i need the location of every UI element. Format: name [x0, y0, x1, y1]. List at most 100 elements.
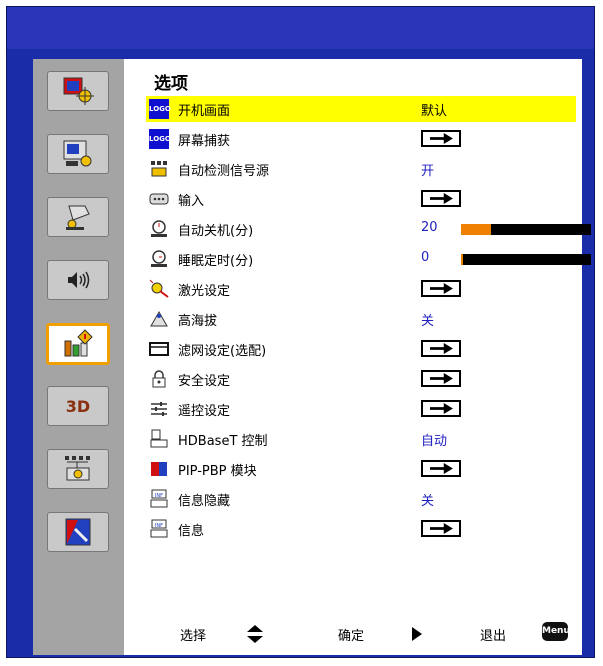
right-triangle-icon — [412, 627, 422, 641]
sidebar: 3D — [33, 59, 124, 655]
submenu-arrow-button[interactable] — [421, 460, 461, 477]
submenu-arrow-button[interactable] — [421, 340, 461, 357]
menu-item[interactable]: PIP-PBP 模块 — [146, 456, 576, 482]
network-icon — [65, 456, 90, 481]
menu-item-label: 睡眠定时(分) — [178, 254, 254, 269]
arrow-right-icon — [430, 403, 453, 414]
menu-item[interactable]: INF 信息 — [146, 516, 576, 542]
arrow-right-icon — [430, 193, 453, 204]
setup-icon — [66, 205, 90, 230]
3d-icon: 3D — [65, 396, 91, 416]
menu-item-label: 遥控设定 — [178, 404, 231, 419]
svg-text:INF: INF — [155, 493, 163, 499]
lock-icon — [152, 370, 166, 388]
menu-item-label: PIP-PBP 模块 — [178, 464, 257, 479]
menu-item-value: 20 — [421, 220, 438, 235]
submenu-arrow-button[interactable] — [421, 520, 461, 537]
menu-item-label: 滤网设定(选配) — [178, 344, 267, 359]
tab-options[interactable] — [46, 323, 110, 365]
menu-item-value[interactable]: 自动 — [421, 430, 447, 449]
menu-item[interactable]: 自动检测信号源 开 — [146, 156, 576, 182]
tab-network[interactable] — [47, 449, 109, 489]
osd-window: 3D 选项 LOGO 开机画面 默认 LOGO 屏幕捕获自动检测信号源 开输入自动关机(分… — [6, 6, 595, 658]
arrow-right-icon — [430, 343, 453, 354]
select-hint-label: 选择 — [180, 629, 207, 644]
menu-item-value: 0 — [421, 250, 430, 265]
tab-setup[interactable] — [47, 197, 109, 237]
display-settings-icon — [63, 140, 92, 167]
filter-icon — [149, 342, 169, 356]
input-port-icon — [149, 193, 169, 205]
menu-item[interactable]: 自动关机(分) 20 — [146, 216, 591, 242]
menu-item[interactable]: LOGO 开机画面 默认 — [146, 96, 576, 122]
hdbaset-icon — [150, 429, 168, 448]
submenu-arrow-button[interactable] — [421, 400, 461, 417]
menu-item[interactable]: 滤网设定(选配) — [146, 336, 576, 362]
menu-item-value[interactable]: 默认 — [421, 100, 447, 119]
tab-3d[interactable]: 3D — [47, 386, 109, 426]
logo-icon: LOGO — [149, 99, 171, 119]
menu-item[interactable]: 安全设定 — [146, 366, 576, 392]
auto-power-off-icon — [151, 220, 167, 237]
image-settings-icon — [63, 77, 94, 105]
menu-item[interactable]: LOGO 屏幕捕获 — [146, 126, 576, 152]
menu-item[interactable]: 高海拔 关 — [146, 306, 576, 332]
submenu-arrow-button[interactable] — [421, 280, 461, 297]
high-altitude-icon — [150, 310, 168, 327]
tools-icon — [65, 518, 91, 546]
menu-key-icon: Menu — [542, 622, 570, 641]
menu-item-value[interactable]: 关 — [421, 490, 434, 509]
menu-item-label: 自动检测信号源 — [178, 164, 270, 179]
audio-icon — [68, 271, 90, 289]
arrow-right-icon — [430, 133, 453, 144]
value-slider[interactable] — [461, 224, 591, 235]
menu-item-label: 信息隐藏 — [178, 494, 231, 509]
menu-item-label: 信息 — [178, 524, 205, 539]
menu-item[interactable]: 激光设定 — [146, 276, 576, 302]
menu-item-label: 安全设定 — [178, 374, 231, 389]
sleep-timer-icon — [151, 250, 167, 267]
remote-sliders-icon — [151, 402, 167, 416]
menu-item[interactable]: HDBaseT 控制 自动 — [146, 426, 576, 452]
slider-fill — [461, 224, 491, 235]
info-icon: INF — [150, 519, 168, 538]
menu-item[interactable]: INF 信息隐藏 关 — [146, 486, 576, 512]
menu-item-label: 高海拔 — [178, 314, 218, 329]
menu-item-label: HDBaseT 控制 — [178, 434, 268, 449]
tab-display-settings[interactable] — [47, 134, 109, 174]
pip-pbp-icon — [151, 462, 167, 476]
title-bar — [7, 7, 594, 49]
arrow-right-icon — [430, 463, 453, 474]
logo-capture-icon: LOGO — [149, 129, 171, 149]
menu-item-label: 自动关机(分) — [178, 224, 254, 239]
up-down-icon — [247, 625, 263, 643]
menu-item-label: 输入 — [178, 194, 205, 209]
tab-image-settings[interactable] — [47, 71, 109, 111]
value-slider[interactable] — [461, 254, 591, 265]
arrow-right-icon — [430, 373, 453, 384]
menu-item-value[interactable]: 关 — [421, 310, 434, 329]
tab-audio[interactable] — [47, 260, 109, 300]
menu-item-label: 激光设定 — [178, 284, 231, 299]
info-hide-icon: INF — [150, 489, 168, 508]
menu-item[interactable]: 睡眠定时(分) 0 — [146, 246, 591, 272]
menu-item[interactable]: 遥控设定 — [146, 396, 576, 422]
svg-text:INF: INF — [155, 523, 163, 529]
menu-item-value[interactable]: 开 — [421, 160, 434, 179]
arrow-right-icon — [430, 523, 453, 534]
laser-icon — [149, 279, 169, 298]
submenu-arrow-button[interactable] — [421, 130, 461, 147]
menu-item-label: 屏幕捕获 — [178, 134, 231, 149]
menu-item-label: 开机画面 — [178, 104, 231, 119]
menu-item[interactable]: 输入 — [146, 186, 576, 212]
tab-tools[interactable] — [47, 512, 109, 552]
page-title: 选项 — [154, 74, 188, 94]
slider-fill — [461, 254, 463, 265]
enter-hint-label: 确定 — [338, 629, 365, 644]
options-panel: 选项 LOGO 开机画面 默认 LOGO 屏幕捕获自动检测信号源 开输入自动关机(分) 20… — [124, 59, 591, 655]
submenu-arrow-button[interactable] — [421, 370, 461, 387]
auto-source-icon — [151, 161, 167, 177]
submenu-arrow-button[interactable] — [421, 190, 461, 207]
arrow-right-icon — [430, 283, 453, 294]
footer-bar: 选择 确定 退出 Menu — [124, 619, 582, 649]
